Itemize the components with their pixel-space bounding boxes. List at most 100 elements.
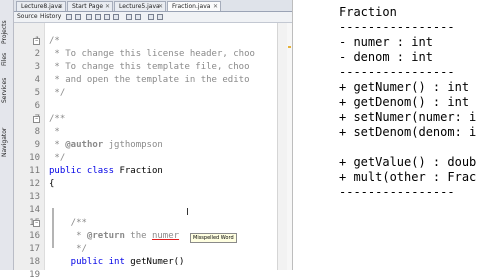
next-occurrence-icon[interactable] (113, 14, 119, 20)
warning-marker[interactable] (288, 46, 291, 48)
line-number: 10 (29, 153, 40, 163)
find-icon[interactable] (95, 14, 101, 20)
start-macro-icon[interactable] (148, 14, 154, 20)
code-token: /* (49, 36, 60, 46)
line-number: 2 (34, 49, 40, 59)
side-tab-navigator[interactable]: Navigator (1, 126, 12, 158)
tab-lecture5[interactable]: Lecture5.java ✕ (114, 1, 166, 11)
code-line: /* (49, 36, 60, 46)
stop-macro-icon[interactable] (157, 14, 163, 20)
code-token: */ (49, 244, 87, 254)
code-token: getNumer() (130, 257, 185, 267)
uml-class-diagram: Fraction ---------------- - numer : int - d… (339, 0, 480, 270)
tab-label: Lecture8.java (21, 3, 62, 10)
code-token: @return (86, 231, 125, 241)
code-line: * (49, 127, 60, 137)
line-number: 3 (34, 62, 40, 72)
code-token: * To change this template file, choo (49, 62, 250, 72)
side-tab-files[interactable]: Files (1, 50, 12, 68)
code-token: public int (49, 257, 131, 267)
code-token: public class (49, 166, 120, 176)
code-line: */ (49, 153, 65, 163)
code-token: the (124, 231, 152, 241)
code-token: numer (151, 231, 180, 241)
previous-occurrence-icon[interactable] (104, 14, 110, 20)
code-token: /** (49, 114, 66, 124)
side-window-strip: Projects Files Services Navigator (0, 0, 14, 270)
tab-start-page[interactable]: Start Page ✕ (67, 1, 113, 11)
tab-label: Lecture5.java (119, 3, 160, 10)
code-line: * @author jgthompson (49, 140, 163, 150)
forward-icon[interactable] (75, 14, 81, 20)
uml-line: ---------------- (339, 20, 455, 34)
line-number: 4 (34, 75, 40, 85)
line-number: 19 (29, 270, 40, 280)
line-number: 5 (34, 88, 40, 98)
side-tab-services[interactable]: Services (1, 76, 12, 104)
code-line: /** (49, 114, 65, 124)
window-divider (292, 0, 339, 270)
uml-line: Fraction (339, 5, 397, 19)
code-token: * and open the template in the edito (49, 75, 250, 85)
code-token: jgthompson (103, 140, 163, 150)
tab-fraction[interactable]: Fraction.java ✕ (167, 1, 221, 11)
code-token: * (49, 231, 87, 241)
line-number: 6 (34, 101, 40, 111)
tab-label: Fraction.java (172, 3, 211, 10)
code-token: * To change this license header, choo (49, 49, 255, 59)
source-button[interactable]: Source (17, 12, 38, 22)
shift-left-icon[interactable] (126, 14, 132, 20)
uml-line: ---------------- (339, 185, 455, 199)
tab-lecture8[interactable]: Lecture8.java ✕ (16, 1, 66, 11)
code-line: */ (49, 88, 65, 98)
code-token: @author (65, 140, 104, 150)
code-token: * (49, 140, 66, 150)
close-icon[interactable]: ✕ (58, 2, 63, 12)
close-icon[interactable]: ✕ (158, 2, 163, 12)
code-line: * @return the numer (49, 231, 179, 241)
code-token: /** (49, 218, 87, 228)
uml-line: + setNumer(numer: i (339, 110, 477, 124)
block-indicator (52, 208, 54, 248)
line-number: 8 (34, 127, 40, 137)
code-line: * To change this template file, choo (49, 62, 249, 72)
code-token: { (49, 179, 55, 189)
side-tab-projects[interactable]: Projects (1, 18, 12, 46)
code-line: public class Fraction (49, 166, 163, 176)
misspelled-word-tooltip: Misspelled Word (190, 233, 237, 243)
uml-line: + getNumer() : int (339, 80, 470, 94)
line-number: 13 (29, 192, 40, 202)
uml-line: + mult(other : Frac (339, 170, 477, 184)
back-icon[interactable] (66, 14, 72, 20)
line-number: 18 (29, 257, 40, 267)
code-line: * To change this license header, choo (49, 49, 255, 59)
code-editor[interactable]: /* * To change this license header, choo… (45, 23, 277, 270)
uml-line: - numer : int (339, 35, 433, 49)
shift-right-icon[interactable] (135, 14, 141, 20)
code-line: */ (49, 244, 87, 254)
line-number: 11 (29, 166, 40, 176)
uml-line: + getValue() : doub (339, 155, 477, 169)
uml-line: + setDenom(denom: i (339, 125, 477, 139)
uml-line: ---------------- (339, 65, 455, 79)
uml-line: - denom : int (339, 50, 433, 64)
line-number: 14 (29, 205, 40, 215)
line-number-gutter: 1 2 3 4 5 6 7 8 9 10 11 12 13 14 15 16 1… (14, 23, 45, 280)
toggle-bookmark-icon[interactable] (86, 14, 92, 20)
close-icon[interactable]: ✕ (213, 2, 218, 12)
code-line: * and open the template in the edito (49, 75, 249, 85)
line-number: 12 (29, 179, 40, 189)
fold-toggle-icon[interactable]: − (33, 116, 40, 123)
fold-toggle-icon[interactable]: − (33, 220, 40, 227)
line-number: 9 (34, 140, 40, 150)
editor-vertical-scrollbar[interactable] (277, 23, 287, 270)
code-token: Fraction (119, 166, 163, 176)
editor-tab-bar: Lecture8.java ✕ Start Page ✕ Lecture5.ja… (14, 0, 292, 12)
uml-line: + getDenom() : int (339, 95, 470, 109)
code-token: * (49, 127, 60, 137)
code-line: { (49, 179, 54, 189)
close-icon[interactable]: ✕ (105, 2, 110, 12)
history-button[interactable]: History (40, 12, 61, 22)
fold-toggle-icon[interactable]: − (33, 38, 40, 45)
editor-toolbar: Source History (14, 12, 292, 23)
